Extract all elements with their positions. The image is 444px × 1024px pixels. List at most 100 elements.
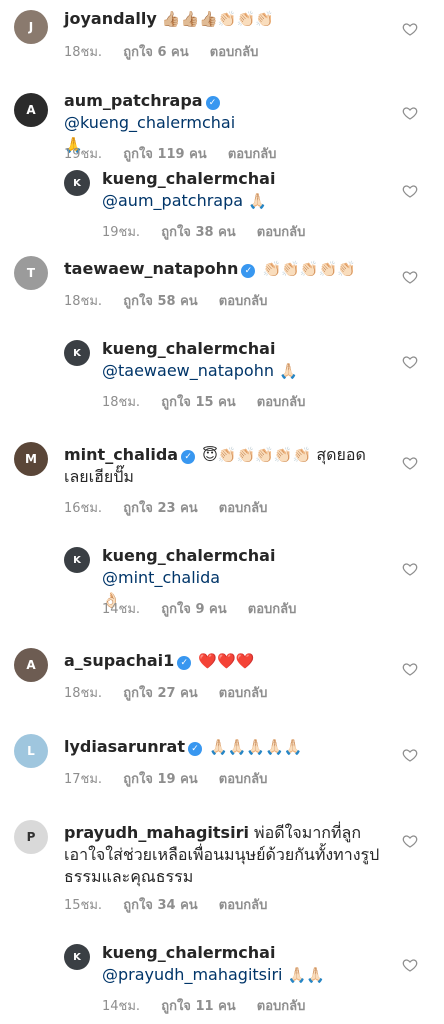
reply-button[interactable]: ตอบกลับ bbox=[257, 225, 306, 240]
username[interactable]: lydiasarunrat bbox=[64, 737, 185, 756]
comment-text: kueng_chalermchai @aum_patchrapa 🙏🏻 bbox=[102, 168, 382, 212]
avatar[interactable]: A bbox=[14, 648, 48, 682]
heart-icon[interactable] bbox=[402, 747, 418, 763]
mention-link[interactable]: @taewaew_natapohn bbox=[102, 361, 274, 380]
comment-text: prayudh_mahagitsiri พ่อดีใจมากที่ลูกเอาใ… bbox=[64, 822, 389, 888]
avatar[interactable]: K bbox=[64, 944, 90, 970]
likes-count[interactable]: ถูกใจ 19 คน bbox=[123, 772, 197, 787]
likes-count[interactable]: ถูกใจ 9 คน bbox=[161, 602, 226, 617]
heart-icon[interactable] bbox=[402, 455, 418, 471]
timestamp: 18ชม. bbox=[64, 294, 103, 309]
username[interactable]: a_supachai1 bbox=[64, 651, 174, 670]
reply-button[interactable]: ตอบกลับ bbox=[219, 772, 268, 787]
username[interactable]: kueng_chalermchai bbox=[102, 339, 275, 358]
username[interactable]: kueng_chalermchai bbox=[102, 546, 275, 565]
comment-meta: 19ชม. ถูกใจ 119 คน ตอบกลับ bbox=[64, 143, 293, 164]
avatar[interactable]: P bbox=[14, 820, 48, 854]
likes-count[interactable]: ถูกใจ 15 คน bbox=[161, 395, 235, 410]
username[interactable]: taewaew_natapohn bbox=[64, 259, 238, 278]
likes-count[interactable]: ถูกใจ 34 คน bbox=[123, 898, 197, 913]
comment-emoji: 😇👏🏻👏🏻👏🏻👏🏻👏🏻 bbox=[202, 446, 312, 464]
comment-meta: 14ชม. ถูกใจ 9 คน ตอบกลับ bbox=[102, 598, 313, 619]
comment-emoji: 🙏🏻🙏🏻 bbox=[287, 966, 325, 984]
heart-icon[interactable] bbox=[402, 183, 418, 199]
reply-button[interactable]: ตอบกลับ bbox=[228, 147, 277, 162]
reply-button[interactable]: ตอบกลับ bbox=[248, 602, 297, 617]
avatar[interactable]: K bbox=[64, 547, 90, 573]
timestamp: 15ชม. bbox=[64, 898, 103, 913]
heart-icon[interactable] bbox=[402, 269, 418, 285]
comment-meta: 17ชม. ถูกใจ 19 คน ตอบกลับ bbox=[64, 768, 284, 789]
likes-count[interactable]: ถูกใจ 23 คน bbox=[123, 501, 197, 516]
comment-emoji: ❤️❤️❤️ bbox=[198, 652, 255, 670]
verified-badge-icon: ✓ bbox=[241, 264, 256, 278]
mention-link[interactable]: @mint_chalida bbox=[102, 568, 220, 587]
avatar[interactable]: K bbox=[64, 170, 90, 196]
reply-button[interactable]: ตอบกลับ bbox=[219, 294, 268, 309]
comment-meta: 19ชม. ถูกใจ 38 คน ตอบกลับ bbox=[102, 221, 322, 242]
timestamp: 14ชม. bbox=[102, 602, 141, 617]
heart-icon[interactable] bbox=[402, 561, 418, 577]
username[interactable]: joyandally bbox=[64, 9, 157, 28]
username[interactable]: kueng_chalermchai bbox=[102, 169, 275, 188]
comment-text: kueng_chalermchai @prayudh_mahagitsiri 🙏… bbox=[102, 942, 387, 986]
comment-text: taewaew_natapohn ✓ 👏🏻👏🏻👏🏻👏🏻👏🏻 bbox=[64, 258, 384, 280]
likes-count[interactable]: ถูกใจ 119 คน bbox=[123, 147, 206, 162]
comment-text: kueng_chalermchai @taewaew_natapohn 🙏🏻 bbox=[102, 338, 382, 382]
heart-icon[interactable] bbox=[402, 957, 418, 973]
avatar[interactable]: A bbox=[14, 93, 48, 127]
avatar[interactable]: L bbox=[14, 734, 48, 768]
comment-meta: 18ชม. ถูกใจ 15 คน ตอบกลับ bbox=[102, 391, 322, 412]
username[interactable]: prayudh_mahagitsiri bbox=[64, 823, 249, 842]
comment-meta: 15ชม. ถูกใจ 34 คน ตอบกลับ bbox=[64, 894, 284, 915]
comment-emoji: 👍🏼👍🏼👍🏼👏🏻👏🏻👏🏻 bbox=[161, 10, 274, 28]
heart-icon[interactable] bbox=[402, 833, 418, 849]
timestamp: 18ชม. bbox=[102, 395, 141, 410]
likes-count[interactable]: ถูกใจ 38 คน bbox=[161, 225, 235, 240]
reply-button[interactable]: ตอบกลับ bbox=[257, 395, 306, 410]
avatar[interactable]: M bbox=[14, 442, 48, 476]
verified-badge-icon: ✓ bbox=[205, 96, 220, 110]
heart-icon[interactable] bbox=[402, 661, 418, 677]
comment-emoji: 🙏🏻 bbox=[248, 192, 267, 210]
reply-button[interactable]: ตอบกลับ bbox=[257, 999, 306, 1014]
avatar[interactable]: K bbox=[64, 340, 90, 366]
comment-meta: 16ชม. ถูกใจ 23 คน ตอบกลับ bbox=[64, 497, 284, 518]
comment-emoji: 🙏🏻 bbox=[279, 362, 298, 380]
timestamp: 17ชม. bbox=[64, 772, 103, 787]
timestamp: 18ชม. bbox=[64, 45, 103, 60]
avatar[interactable]: T bbox=[14, 256, 48, 290]
mention-link[interactable]: @aum_patchrapa bbox=[102, 191, 243, 210]
comment-text: a_supachai1 ✓ ❤️❤️❤️ bbox=[64, 650, 384, 672]
likes-count[interactable]: ถูกใจ 58 คน bbox=[123, 294, 197, 309]
comment-meta: 14ชม. ถูกใจ 11 คน ตอบกลับ bbox=[102, 995, 322, 1016]
reply-button[interactable]: ตอบกลับ bbox=[210, 45, 259, 60]
likes-count[interactable]: ถูกใจ 27 คน bbox=[123, 686, 197, 701]
comment-emoji: 🙏🏻🙏🏻🙏🏻🙏🏻🙏🏻 bbox=[209, 738, 303, 756]
timestamp: 19ชม. bbox=[102, 225, 141, 240]
reply-button[interactable]: ตอบกลับ bbox=[219, 686, 268, 701]
timestamp: 14ชม. bbox=[102, 999, 141, 1014]
timestamp: 19ชม. bbox=[64, 147, 103, 162]
verified-badge-icon: ✓ bbox=[181, 450, 196, 464]
heart-icon[interactable] bbox=[402, 354, 418, 370]
likes-count[interactable]: ถูกใจ 6 คน bbox=[123, 45, 188, 60]
comment-meta: 18ชม. ถูกใจ 27 คน ตอบกลับ bbox=[64, 682, 284, 703]
verified-badge-icon: ✓ bbox=[187, 742, 202, 756]
timestamp: 18ชม. bbox=[64, 686, 103, 701]
heart-icon[interactable] bbox=[402, 21, 418, 37]
username[interactable]: mint_chalida bbox=[64, 445, 178, 464]
heart-icon[interactable] bbox=[402, 105, 418, 121]
comment-text: joyandally 👍🏼👍🏼👍🏼👏🏻👏🏻👏🏻 bbox=[64, 8, 384, 30]
mention-link[interactable]: @prayudh_mahagitsiri bbox=[102, 965, 282, 984]
username[interactable]: kueng_chalermchai bbox=[102, 943, 275, 962]
comment-emoji: 👏🏻👏🏻👏🏻👏🏻👏🏻 bbox=[262, 260, 356, 278]
username[interactable]: aum_patchrapa bbox=[64, 91, 203, 110]
likes-count[interactable]: ถูกใจ 11 คน bbox=[161, 999, 235, 1014]
reply-button[interactable]: ตอบกลับ bbox=[219, 898, 268, 913]
comment-text: lydiasarunrat ✓ 🙏🏻🙏🏻🙏🏻🙏🏻🙏🏻 bbox=[64, 736, 384, 758]
avatar[interactable]: J bbox=[14, 10, 48, 44]
reply-button[interactable]: ตอบกลับ bbox=[219, 501, 268, 516]
mention-link[interactable]: @kueng_chalermchai bbox=[64, 113, 235, 132]
comment-meta: 18ชม. ถูกใจ 6 คน ตอบกลับ bbox=[64, 41, 275, 62]
